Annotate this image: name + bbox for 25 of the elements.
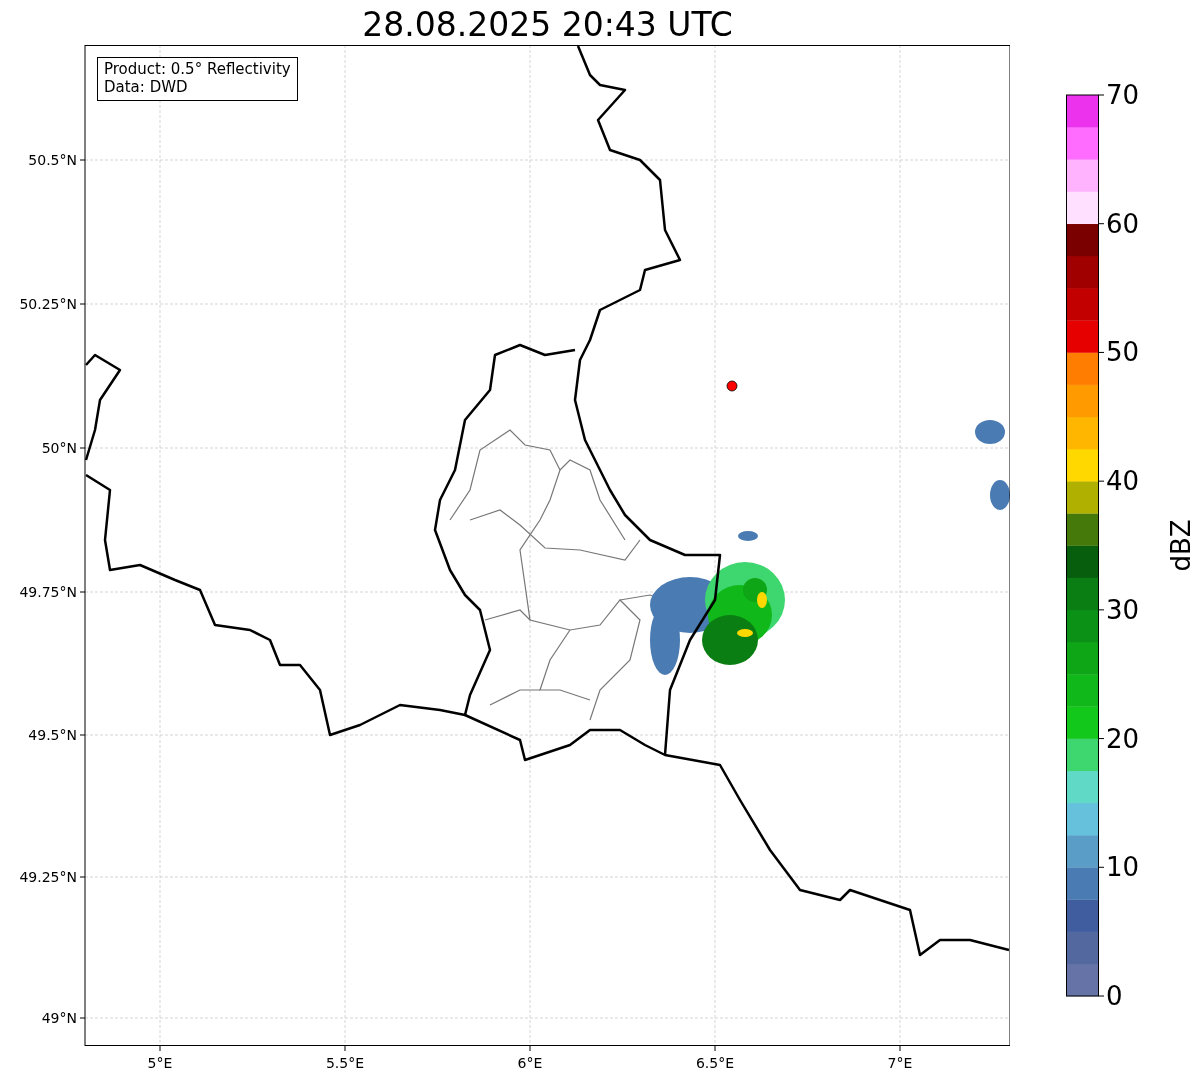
longitude-label: 7°E [887,1055,913,1071]
latitude-label: 49.25°N [19,869,77,885]
longitude-label: 6.5°E [695,1055,735,1071]
colorbar-tick-label: 20 [1106,723,1140,754]
colorbar-tick-label: 70 [1106,81,1140,110]
latitude-label: 50°N [41,440,77,456]
colorbar-tick-label: 50 [1106,337,1140,368]
longitude-label: 5.5°E [325,1055,365,1071]
colorbar-tick-label: 10 [1106,852,1140,883]
colorbar-label: dBZ [1166,519,1196,572]
colorbar-tick-label: 30 [1106,594,1140,625]
latitude-label: 50.25°N [19,296,77,312]
longitude-label: 6°E [517,1055,543,1071]
latitude-label: 50.5°N [28,152,77,168]
latitude-label: 49.5°N [28,727,77,743]
chart-title: 28.08.2025 20:43 UTC [362,5,733,45]
info-text: Product: 0.5° Reflectivity [104,60,291,78]
info-text: Data: DWD [104,78,189,96]
radar-site-marker [726,380,738,392]
colorbar-tick-label: 40 [1106,466,1140,497]
colorbar-tick-label: 60 [1106,208,1140,239]
colorbar-tick-label: 0 [1106,981,1123,1011]
latitude-label: 49.75°N [19,584,77,600]
longitude-label: 5°E [147,1055,173,1071]
latitude-label: 49°N [41,1010,77,1026]
